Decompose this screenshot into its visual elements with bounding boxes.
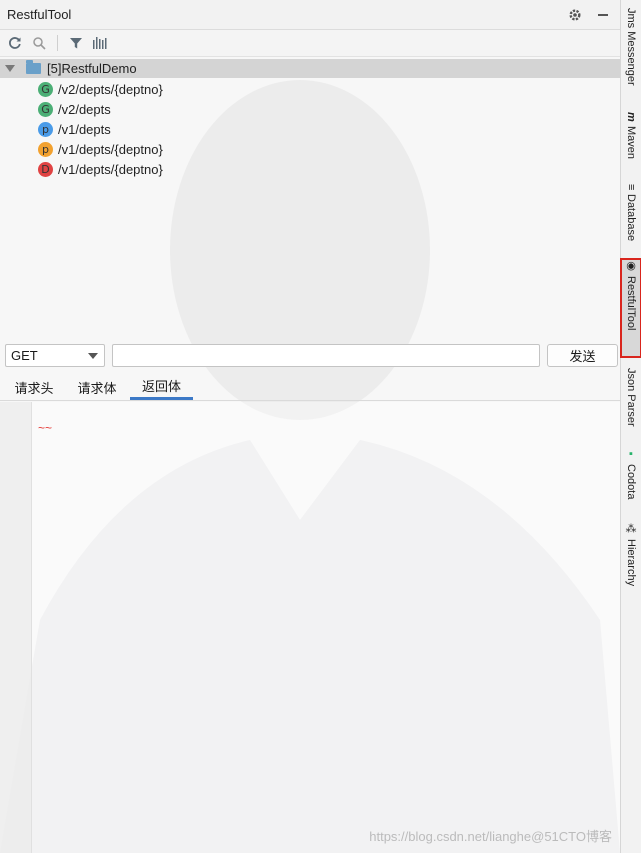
search-icon[interactable]: [30, 34, 48, 52]
method-g-icon: G: [38, 81, 53, 97]
error-squiggle: ~~: [38, 421, 53, 435]
method-p-icon: p: [38, 141, 53, 157]
toolbar: [0, 30, 620, 57]
method-g-icon: G: [38, 101, 53, 117]
tree-item[interactable]: p /v1/depts/{deptno}: [38, 139, 163, 159]
panel-header: RestfulTool: [0, 0, 620, 30]
endpoint-path: /v1/depts/{deptno}: [58, 161, 163, 177]
side-tool-restfultool[interactable]: ◉ RestfulTool: [620, 258, 641, 358]
toolbar-separator: [57, 35, 58, 51]
endpoint-path: /v2/depts: [58, 101, 111, 117]
restfultool-panel: RestfulTool [5]RestfulDemo G /v2/depts/{…: [0, 0, 621, 853]
tab-response-body[interactable]: 返回体: [130, 374, 193, 400]
side-tool-maven[interactable]: m Maven: [621, 112, 641, 174]
method-p-icon: p: [38, 121, 53, 137]
send-button[interactable]: 发送: [547, 344, 618, 367]
url-input[interactable]: [112, 344, 540, 367]
barcode-icon[interactable]: [91, 34, 109, 52]
panel-title: RestfulTool: [7, 7, 72, 22]
side-tool-label: Maven: [625, 125, 637, 159]
right-tool-strip: Jms Messenger m Maven ≡ Database ◉ Restf…: [620, 0, 641, 853]
tab-request-body[interactable]: 请求体: [68, 374, 126, 400]
tree-item[interactable]: D /v1/depts/{deptno}: [38, 159, 163, 179]
minimize-icon[interactable]: [594, 6, 612, 24]
side-tool-jms-messenger[interactable]: Jms Messenger: [621, 8, 641, 96]
tree-item[interactable]: G /v2/depts: [38, 99, 111, 119]
side-tool-database[interactable]: ≡ Database: [621, 184, 641, 254]
response-tabs: 请求头 请求体 返回体: [0, 374, 620, 401]
refresh-icon[interactable]: [6, 34, 24, 52]
method-select[interactable]: GET: [5, 344, 105, 367]
chevron-down-icon[interactable]: [5, 65, 15, 72]
method-d-icon: D: [38, 161, 53, 177]
endpoint-path: /v1/depts/{deptno}: [58, 141, 163, 157]
tree-item[interactable]: G /v2/depts/{deptno}: [38, 79, 163, 99]
tree-item[interactable]: p /v1/depts: [38, 119, 111, 139]
filter-icon[interactable]: [67, 34, 85, 52]
method-select-value: GET: [11, 348, 38, 363]
request-bar: GET 发送: [0, 340, 620, 372]
folder-icon: [26, 60, 41, 74]
database-icon: ≡: [625, 184, 637, 191]
tree-root-node[interactable]: [5]RestfulDemo: [0, 59, 620, 78]
api-tree: [5]RestfulDemo G /v2/depts/{deptno} G /v…: [0, 58, 620, 333]
side-tool-label: Database: [625, 194, 637, 242]
side-tool-label: Codota: [625, 464, 637, 500]
side-tool-json-parser[interactable]: Json Parser: [621, 368, 641, 430]
gear-icon[interactable]: [566, 6, 584, 24]
side-tool-codota[interactable]: ▪ Codota: [621, 448, 641, 506]
endpoint-path: /v1/depts: [58, 121, 111, 137]
hierarchy-icon: ⁂: [624, 522, 637, 535]
maven-icon: m: [625, 112, 637, 122]
side-tool-hierarchy[interactable]: ⁂ Hierarchy: [621, 522, 641, 592]
tab-request-headers[interactable]: 请求头: [5, 374, 63, 400]
tree-root-label: [5]RestfulDemo: [47, 61, 137, 76]
side-tool-label: Hierarchy: [625, 539, 637, 587]
chevron-down-icon: [88, 353, 98, 359]
globe-icon: ◉: [624, 259, 637, 272]
endpoint-path: /v2/depts/{deptno}: [58, 81, 163, 97]
editor-gutter: [0, 402, 32, 853]
side-tool-label: Json Parser: [625, 368, 637, 427]
response-editor[interactable]: ~~: [0, 402, 620, 853]
codota-icon: ▪: [625, 448, 637, 460]
side-tool-label: RestfulTool: [625, 276, 637, 331]
watermark: https://blog.csdn.net/lianghe@51CTO博客: [369, 829, 612, 844]
side-tool-label: Jms Messenger: [625, 8, 637, 86]
